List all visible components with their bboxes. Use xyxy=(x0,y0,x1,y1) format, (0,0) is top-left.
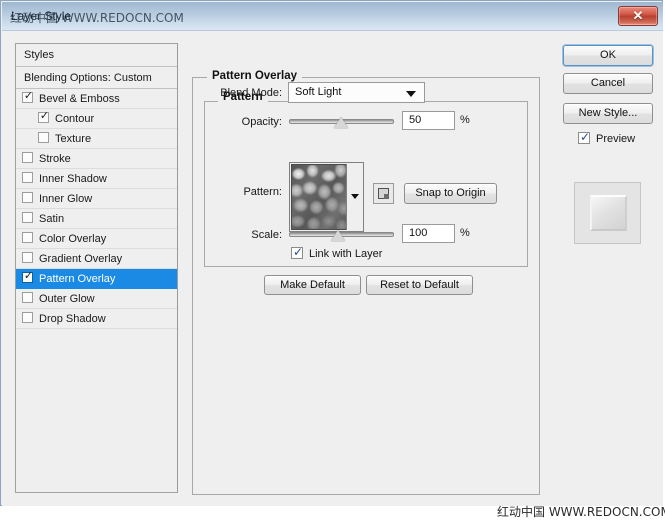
checkbox-outer-glow[interactable] xyxy=(22,292,33,303)
make-default-button[interactable]: Make Default xyxy=(264,275,361,295)
checkbox-contour[interactable] xyxy=(38,109,50,123)
pattern-swatch[interactable] xyxy=(291,164,347,230)
pattern-overlay-group-title: Pattern Overlay xyxy=(207,70,303,82)
sidebar-item-stroke[interactable]: Stroke xyxy=(16,149,177,169)
blend-mode-select[interactable]: Soft Light xyxy=(288,82,425,103)
sidebar-item-gradient-overlay[interactable]: Gradient Overlay xyxy=(16,249,177,269)
new-preset-icon xyxy=(378,188,389,199)
sidebar-item-texture[interactable]: Texture xyxy=(16,129,177,149)
sidebar-item-inner-glow[interactable]: Inner Glow xyxy=(16,189,177,209)
sidebar-item-inner-shadow[interactable]: Inner Shadow xyxy=(16,169,177,189)
sidebar-item-outer-glow[interactable]: Outer Glow xyxy=(16,289,177,309)
close-button[interactable]: ✕ xyxy=(618,6,658,26)
new-preset-button[interactable] xyxy=(373,183,394,204)
reset-to-default-button[interactable]: Reset to Default xyxy=(366,275,473,295)
close-icon: ✕ xyxy=(632,8,644,23)
sidebar-item-label: Satin xyxy=(39,213,65,226)
preview-checkbox[interactable] xyxy=(578,129,591,145)
snap-to-origin-button[interactable]: Snap to Origin xyxy=(404,183,497,204)
sidebar-item-label: Drop Shadow xyxy=(39,313,106,326)
sidebar-item-color-overlay[interactable]: Color Overlay xyxy=(16,229,177,249)
cancel-button[interactable]: Cancel xyxy=(563,73,653,94)
blending-options-label: Blending Options: Custom xyxy=(24,72,152,85)
blend-mode-value: Soft Light xyxy=(295,86,342,98)
link-with-layer-label: Link with Layer xyxy=(309,248,383,260)
scale-slider[interactable] xyxy=(289,227,394,243)
sidebar-item-label: Bevel & Emboss xyxy=(39,93,120,106)
preview-thumbnail xyxy=(574,182,641,244)
opacity-slider-thumb[interactable] xyxy=(334,117,348,128)
layer-style-dialog: Layer Style 红动中国 WWW.REDOCN.COM ✕ Styles… xyxy=(0,0,665,519)
scale-unit: % xyxy=(460,227,470,239)
title-bar[interactable]: Layer Style 红动中国 WWW.REDOCN.COM ✕ xyxy=(2,2,663,31)
dialog-body: Styles Blending Options: Custom Bevel & … xyxy=(2,31,665,519)
checkbox-color-overlay[interactable] xyxy=(22,232,33,243)
preview-thumbnail-shape xyxy=(590,195,627,231)
sidebar-item-bevel-emboss[interactable]: Bevel & Emboss xyxy=(16,89,177,109)
sidebar-item-blending-options[interactable]: Blending Options: Custom xyxy=(16,67,177,89)
checkbox-satin[interactable] xyxy=(22,212,33,223)
sidebar-item-label: Inner Glow xyxy=(39,193,93,206)
pattern-picker[interactable] xyxy=(289,162,364,232)
sidebar-item-label: Pattern Overlay xyxy=(39,273,116,286)
opacity-slider[interactable] xyxy=(289,114,394,130)
checkbox-drop-shadow[interactable] xyxy=(22,312,33,323)
sidebar-item-label: Color Overlay xyxy=(39,233,107,246)
sidebar-item-drop-shadow[interactable]: Drop Shadow xyxy=(16,309,177,329)
opacity-unit: % xyxy=(460,114,470,126)
opacity-label: Opacity: xyxy=(241,116,282,128)
pattern-label: Pattern: xyxy=(243,186,282,198)
opacity-input[interactable]: 50 xyxy=(402,111,455,130)
checkbox-bevel-emboss[interactable] xyxy=(22,89,34,103)
checkbox-stroke[interactable] xyxy=(22,152,33,163)
checkbox-gradient-overlay[interactable] xyxy=(22,252,33,263)
scale-label: Scale: xyxy=(251,229,282,241)
chevron-down-icon xyxy=(406,91,416,97)
styles-header-label: Styles xyxy=(24,49,54,61)
new-style-button[interactable]: New Style... xyxy=(563,103,653,124)
sidebar-item-label: Gradient Overlay xyxy=(39,253,123,266)
checkbox-pattern-overlay[interactable] xyxy=(22,269,34,283)
sidebar-item-label: Inner Shadow xyxy=(39,173,107,186)
checkbox-texture[interactable] xyxy=(38,132,49,143)
title-watermark: 红动中国 WWW.REDOCN.COM xyxy=(10,11,184,25)
styles-list[interactable]: Styles Blending Options: Custom Bevel & … xyxy=(15,43,178,493)
ok-button[interactable]: OK xyxy=(563,45,653,66)
blend-mode-label: Blend Mode: xyxy=(220,87,282,99)
scale-input[interactable]: 100 xyxy=(402,224,455,243)
preview-label: Preview xyxy=(596,133,636,145)
styles-list-empty-space xyxy=(16,329,177,349)
sidebar-item-label: Contour xyxy=(55,113,95,126)
checkbox-inner-shadow[interactable] xyxy=(22,172,33,183)
sidebar-item-satin[interactable]: Satin xyxy=(16,209,177,229)
checkbox-inner-glow[interactable] xyxy=(22,192,33,203)
sidebar-item-label: Texture xyxy=(55,133,92,146)
watermark-bottom-right: 红动中国 WWW.REDOCN.COM xyxy=(497,505,665,519)
sidebar-item-label: Stroke xyxy=(39,153,71,166)
sidebar-item-pattern-overlay[interactable]: Pattern Overlay xyxy=(16,269,177,289)
sidebar-item-label: Outer Glow xyxy=(39,293,95,306)
pattern-dropdown-button[interactable] xyxy=(346,164,362,230)
scale-slider-thumb[interactable] xyxy=(331,230,345,241)
styles-list-header: Styles xyxy=(16,44,177,67)
link-with-layer-checkbox[interactable] xyxy=(291,244,304,260)
sidebar-item-contour[interactable]: Contour xyxy=(16,109,177,129)
